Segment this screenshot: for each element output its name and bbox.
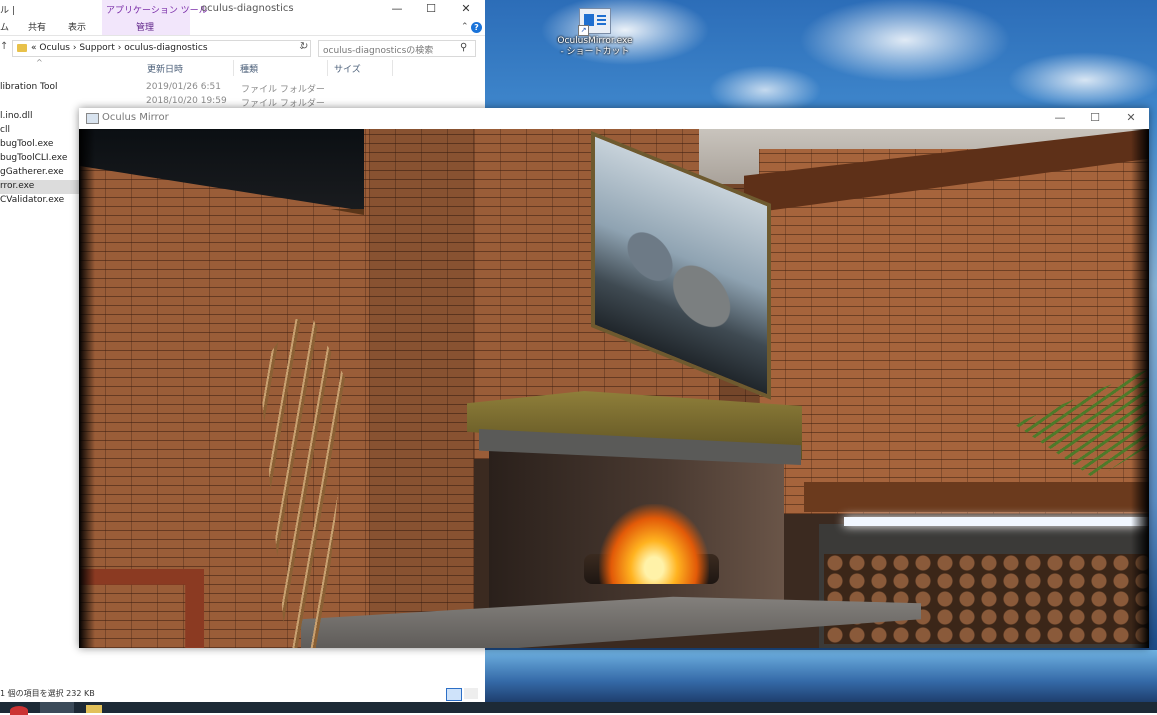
explorer-close-button[interactable]: ✕ [451, 0, 481, 19]
scene-firewood-pile [824, 554, 1149, 644]
column-separator[interactable] [233, 60, 234, 76]
file-name: l.ino.dll [0, 111, 33, 121]
column-separator[interactable] [327, 60, 328, 76]
mirror-minimize-button[interactable]: — [1043, 108, 1077, 129]
file-row[interactable]: 2018/10/20 19:59 ファイル フォルダー [0, 95, 480, 109]
oculus-mirror-window: Oculus Mirror — ☐ ✕ [79, 108, 1149, 648]
app-icon [86, 113, 99, 124]
refresh-icon[interactable]: ↻ [300, 41, 308, 52]
scene-fire [599, 504, 709, 584]
ribbon-tab-manage[interactable]: 管理 [136, 20, 154, 33]
mirror-title: Oculus Mirror [102, 112, 169, 123]
taskbar-active-app[interactable] [40, 702, 74, 713]
file-type: ファイル フォルダー [241, 85, 325, 95]
address-path: « Oculus › Support › oculus-diagnostics [31, 43, 208, 53]
explorer-maximize-button[interactable]: ☐ [416, 0, 446, 19]
desktop-water [485, 650, 1157, 702]
ribbon-tab-view[interactable]: 表示 [68, 20, 86, 33]
scene-brick-pillar [369, 129, 474, 648]
file-name: bugTool.exe [0, 139, 54, 149]
desktop-shortcut-label: OculusMirror.exe - ショートカット [557, 36, 633, 57]
file-row[interactable]: libration Tool 2019/01/26 6:51 ファイル フォルダ… [0, 81, 480, 95]
search-input[interactable]: oculus-diagnosticsの検索 ⚲ [318, 40, 476, 57]
ribbon-tab-fragment[interactable]: ム [0, 20, 9, 33]
file-row-selected[interactable]: rror.exe [0, 180, 80, 194]
column-separator[interactable] [392, 60, 393, 76]
scene-wood-ledge [804, 482, 1149, 512]
address-bar[interactable]: « Oculus › Support › oculus-diagnostics … [12, 40, 311, 57]
context-group-label: アプリケーション ツール [106, 6, 208, 16]
sort-caret-icon: ^ [36, 58, 43, 67]
explorer-minimize-button[interactable]: — [382, 0, 412, 19]
file-name: rror.exe [0, 181, 35, 191]
vr-scene-view[interactable] [79, 129, 1149, 648]
file-date: 2018/10/20 19:59 [146, 96, 227, 106]
file-name: libration Tool [0, 82, 58, 92]
chevron-up-icon[interactable]: ⌃ [461, 22, 469, 32]
column-header-type[interactable]: 種類 [240, 62, 258, 75]
taskbar-folder-icon[interactable] [86, 705, 102, 713]
ribbon-tab-share[interactable]: 共有 [28, 20, 46, 33]
scene-lens-vignette [79, 129, 95, 648]
file-name: bugToolCLI.exe [0, 153, 68, 163]
file-name: gGatherer.exe [0, 167, 64, 177]
titlebar-left-fragment: ル | [0, 6, 15, 16]
explorer-title: oculus-diagnostics [201, 3, 294, 14]
file-date: 2019/01/26 6:51 [146, 82, 221, 92]
search-placeholder: oculus-diagnosticsの検索 [323, 46, 434, 56]
app-icon: ↗ [578, 8, 611, 36]
taskbar-app-icon[interactable] [10, 706, 28, 715]
up-arrow-icon[interactable]: ↑ [0, 41, 8, 52]
status-bar-text: 1 個の項目を選択 232 KB [0, 689, 95, 698]
column-header-size[interactable]: サイズ [334, 62, 361, 75]
folder-icon [17, 44, 27, 52]
ribbon-divider [0, 35, 485, 36]
file-name: cll [0, 125, 10, 135]
large-icons-view-button[interactable] [464, 688, 478, 699]
mirror-titlebar[interactable]: Oculus Mirror — ☐ ✕ [79, 108, 1149, 129]
column-header-modified[interactable]: 更新日時 [147, 62, 183, 75]
help-icon[interactable]: ? [471, 22, 482, 33]
scene-lens-vignette [1131, 129, 1149, 648]
shortcut-arrow-icon: ↗ [578, 25, 589, 36]
scene-light-strip [844, 517, 1149, 526]
file-name: CValidator.exe [0, 195, 65, 205]
desktop-shortcut-oculus-mirror[interactable]: ↗ OculusMirror.exe - ショートカット [557, 8, 633, 58]
details-view-button[interactable] [446, 688, 462, 701]
mirror-maximize-button[interactable]: ☐ [1078, 108, 1112, 129]
search-icon: ⚲ [460, 42, 468, 53]
taskbar [0, 702, 1157, 715]
mirror-close-button[interactable]: ✕ [1114, 108, 1148, 129]
